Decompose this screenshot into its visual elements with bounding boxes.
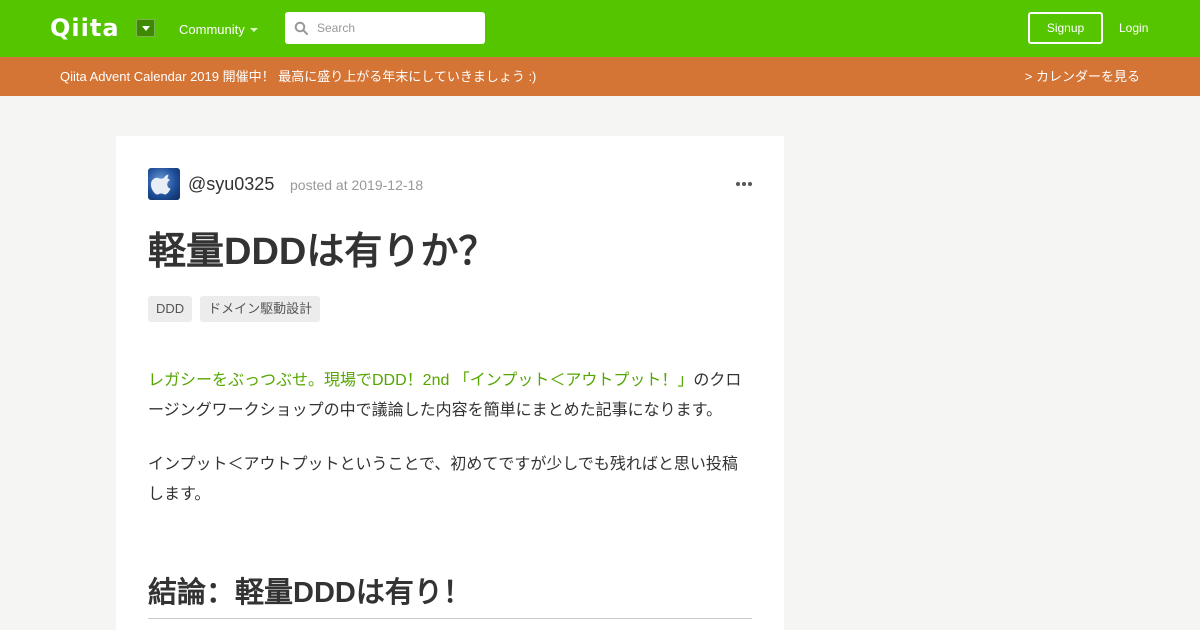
search-icon: [294, 21, 308, 35]
avatar[interactable]: [148, 168, 180, 200]
chevron-down-icon[interactable]: [136, 19, 155, 37]
tag-list: DDD ドメイン駆動設計: [148, 296, 321, 322]
community-menu[interactable]: Community: [179, 22, 245, 38]
author-username[interactable]: @syu0325: [188, 173, 274, 195]
tag-domain-driven-design[interactable]: ドメイン駆動設計: [200, 296, 321, 322]
posted-date: posted at 2019-12-18: [290, 177, 424, 193]
conclusion-heading: 結論：軽量DDDは有り！: [148, 574, 752, 619]
tag-ddd[interactable]: DDD: [148, 296, 193, 322]
apple-logo-icon: [150, 174, 171, 195]
intro-paragraph: レガシーをぶっつぶせ。現場でDDD！2nd 「インプット＜アウトプット！」のクロ…: [148, 366, 752, 426]
qiita-logo[interactable]: Qiita: [50, 14, 120, 42]
article-title: 軽量DDDは有りか？: [148, 231, 497, 273]
global-header: Qiita Community Signup Login: [0, 0, 1200, 57]
banner-text: Qiita Advent Calendar 2019 開催中！ 最高に盛り上がる…: [60, 69, 537, 84]
search-input[interactable]: [317, 19, 477, 37]
second-paragraph: インプット＜アウトプットということで、初めてですが少しでも残ればと思い投稿します…: [148, 456, 738, 503]
article-card: @syu0325 posted at 2019-12-18 軽量DDDは有りか？…: [116, 136, 784, 630]
community-caret-icon: [250, 28, 258, 32]
calendar-link[interactable]: > カレンダーを見る: [1025, 68, 1140, 85]
more-options-icon[interactable]: [736, 182, 752, 188]
event-link[interactable]: レガシーをぶっつぶせ。現場でDDD！2nd 「インプット＜アウトプット！」: [148, 372, 693, 389]
signup-button[interactable]: Signup: [1028, 12, 1103, 44]
login-link[interactable]: Login: [1119, 20, 1148, 36]
search-box[interactable]: [285, 12, 485, 44]
advent-banner: Qiita Advent Calendar 2019 開催中！ 最高に盛り上がる…: [0, 57, 1200, 96]
